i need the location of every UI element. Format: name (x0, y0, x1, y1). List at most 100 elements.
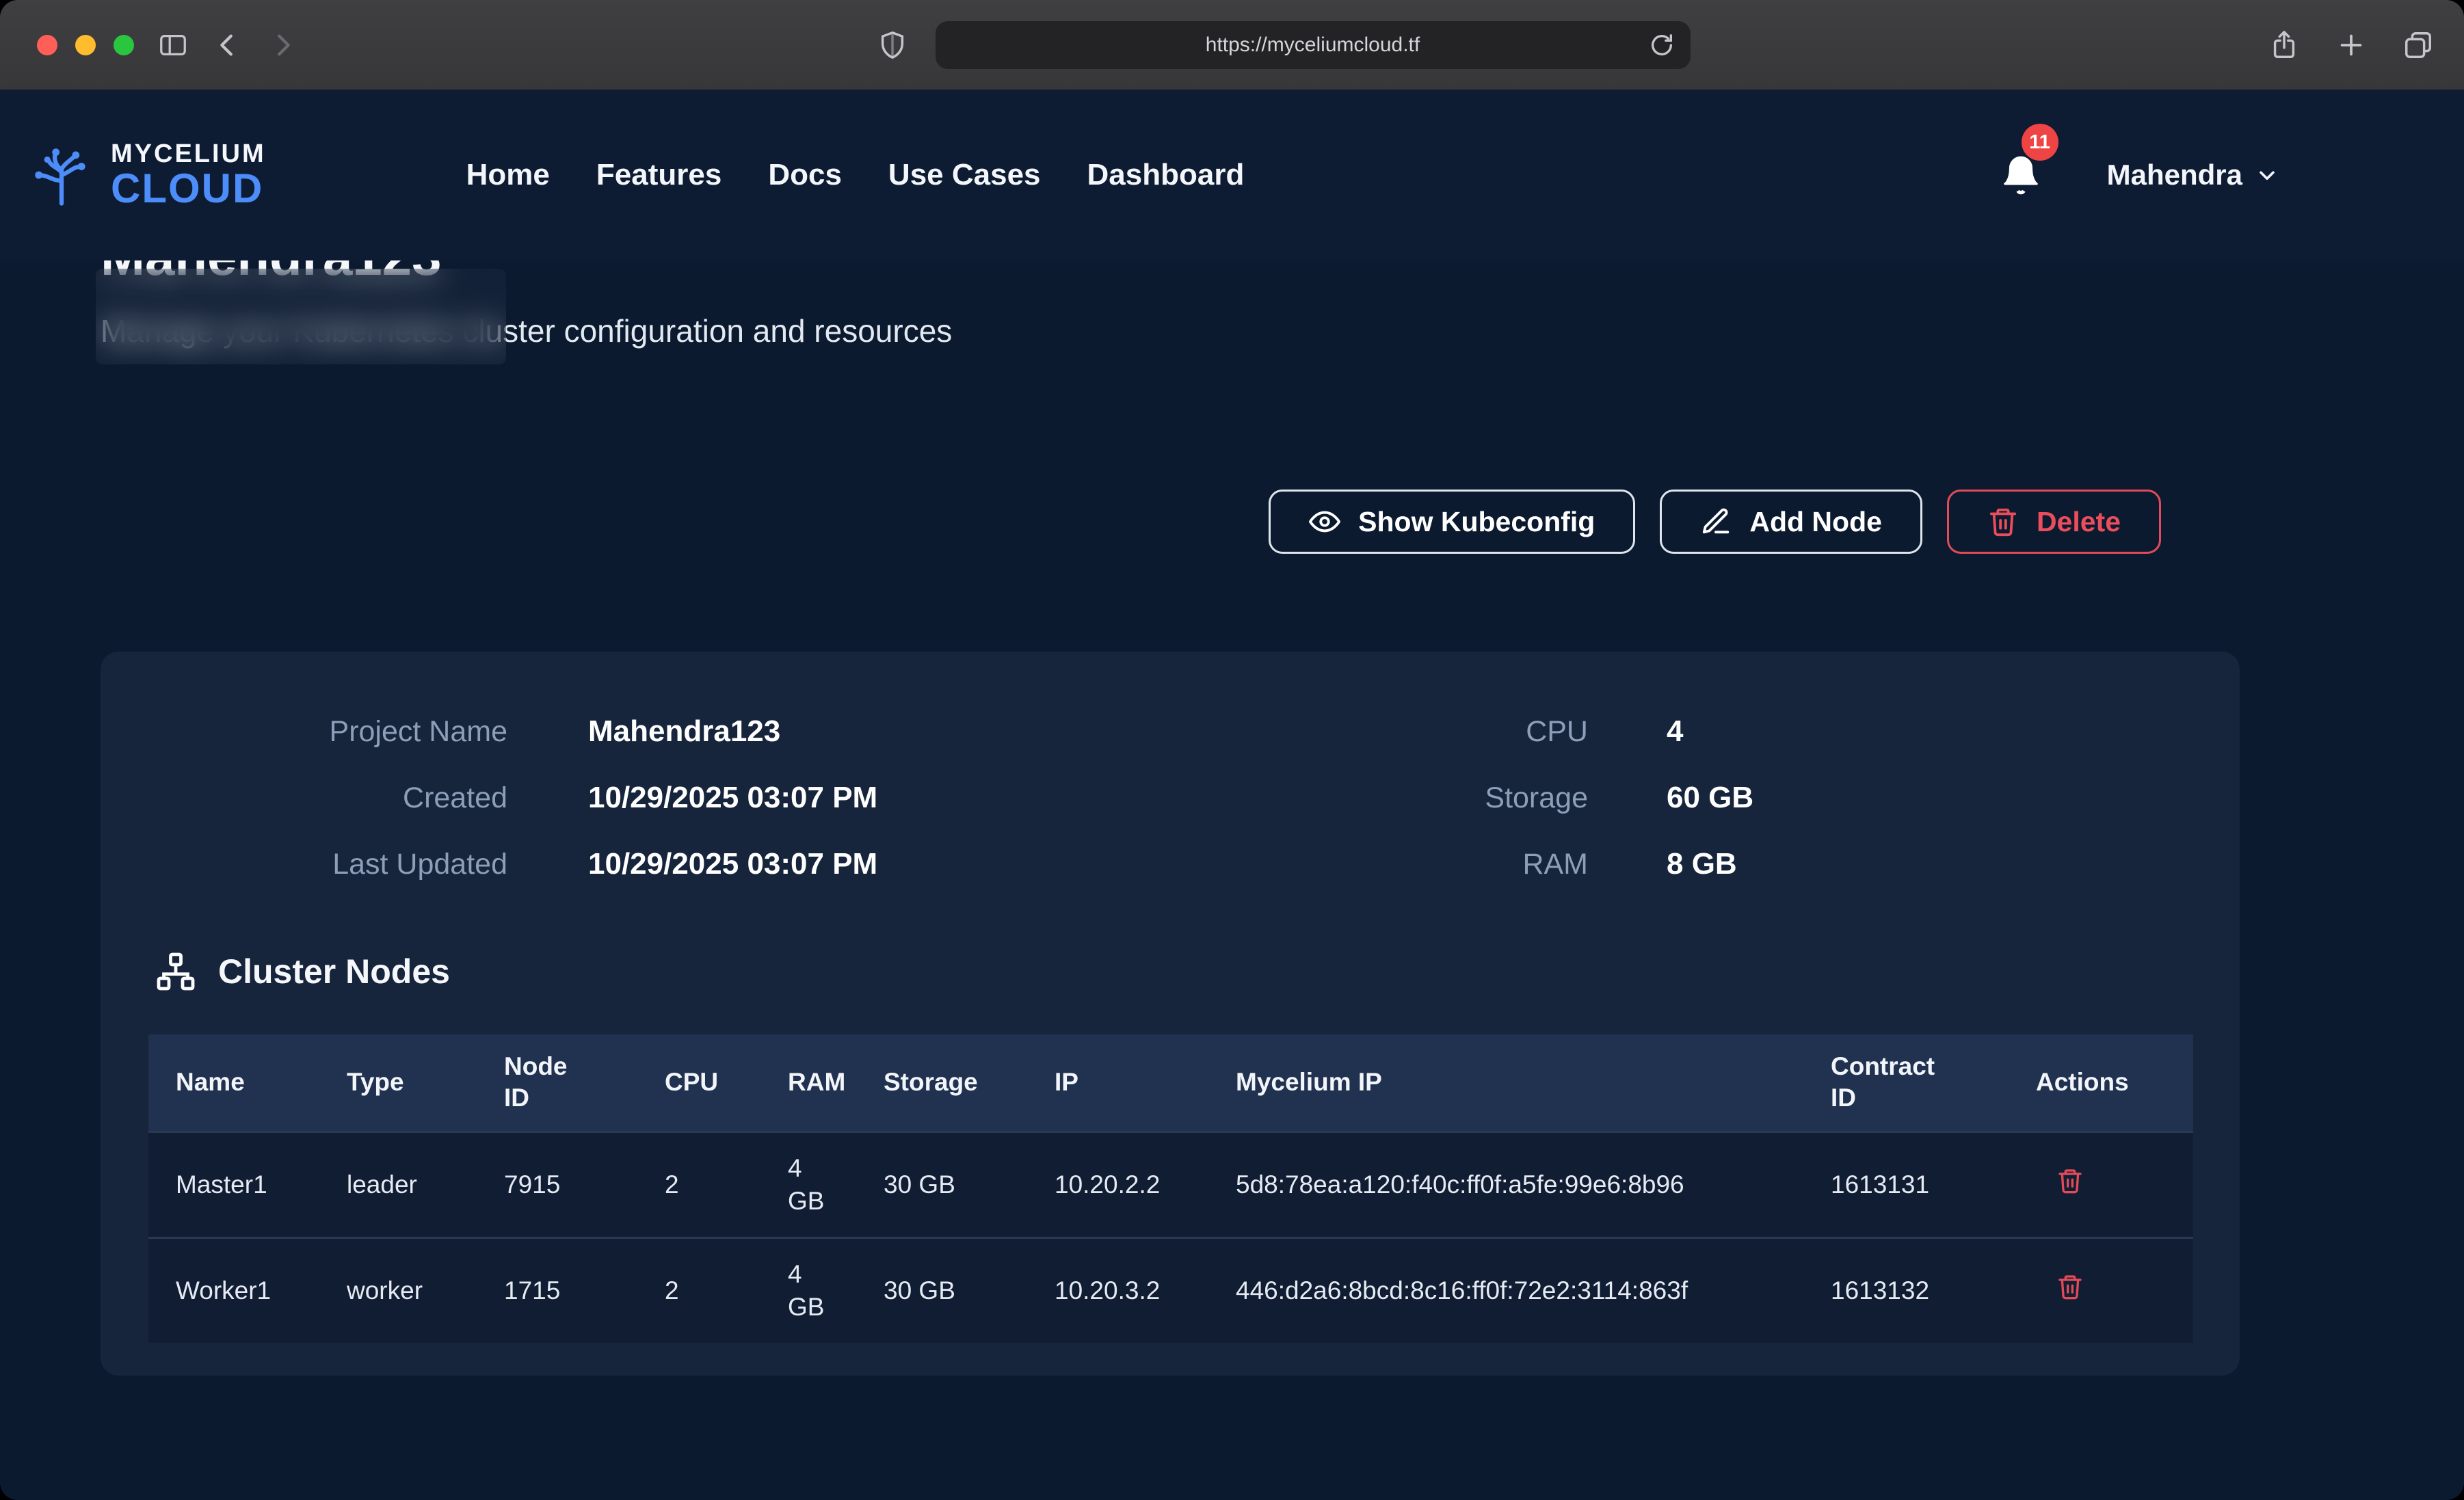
show-kubeconfig-button[interactable]: Show Kubeconfig (1269, 490, 1635, 554)
cell-name: Master1 (148, 1131, 319, 1237)
nav-item-dashboard[interactable]: Dashboard (1083, 151, 1249, 198)
nav-item-features[interactable]: Features (592, 151, 726, 198)
mycelium-tree-icon (27, 141, 96, 209)
cell-ip: 10.20.3.2 (1027, 1237, 1208, 1343)
cell-ram: 4 GB (760, 1131, 856, 1237)
cluster-nodes-header: Cluster Nodes (148, 951, 2192, 992)
privacy-shield-icon[interactable] (877, 29, 908, 61)
show-kubeconfig-label: Show Kubeconfig (1358, 506, 1595, 538)
cluster-details-card: Project Name Mahendra123 Created 10/29/2… (101, 652, 2240, 1376)
nav-item-use-cases[interactable]: Use Cases (884, 151, 1045, 198)
trash-icon (1987, 506, 2019, 537)
cell-node-id: 7915 (477, 1131, 637, 1237)
cell-type: worker (319, 1237, 477, 1343)
delete-cluster-button[interactable]: Delete (1947, 490, 2161, 554)
address-bar-url: https://myceliumcloud.tf (1206, 34, 1420, 57)
cluster-summary: Project Name Mahendra123 Created 10/29/2… (148, 714, 2192, 881)
table-row: Master1 leader 7915 2 4 GB 30 GB 10.20.2… (148, 1131, 2193, 1237)
sidebar-toggle-icon[interactable] (157, 29, 189, 61)
cell-contract-id: 1613132 (1803, 1237, 2009, 1343)
cell-actions (2009, 1131, 2193, 1237)
browser-chrome: https://myceliumcloud.tf (0, 0, 2464, 90)
col-cpu: CPU (637, 1034, 760, 1131)
page-subtitle: Manage your Kubernetes cluster configura… (101, 312, 2464, 349)
zoom-window-button[interactable] (114, 35, 134, 55)
summary-right: CPU 4 Storage 60 GB RAM 8 GB (1232, 714, 2192, 881)
address-bar[interactable]: https://myceliumcloud.tf (936, 21, 1691, 69)
brand-line1: MYCELIUM (111, 141, 266, 168)
col-name: Name (148, 1034, 319, 1131)
cluster-nodes-table: Name Type Node ID CPU RAM Storage IP Myc… (148, 1034, 2193, 1343)
share-icon[interactable] (2268, 29, 2300, 61)
detail-label: CPU (1232, 715, 1588, 749)
detail-label: Created (165, 781, 507, 815)
close-window-button[interactable] (37, 35, 57, 55)
delete-node-button[interactable] (2056, 1271, 2084, 1302)
delete-node-button[interactable] (2056, 1165, 2084, 1196)
cell-contract-id: 1613131 (1803, 1131, 2009, 1237)
nav-item-home[interactable]: Home (462, 151, 554, 198)
nav-right: 11 Mahendra (2000, 152, 2279, 198)
page-content: Mahendra123 Manage your Kubernetes clust… (0, 226, 2464, 1376)
back-button-icon[interactable] (212, 29, 243, 61)
detail-label: Last Updated (165, 848, 507, 881)
add-node-button[interactable]: Add Node (1660, 490, 1922, 554)
brand-line2: CLOUD (111, 168, 266, 209)
table-row: Worker1 worker 1715 2 4 GB 30 GB 10.20.3… (148, 1237, 2193, 1343)
detail-value: 10/29/2025 03:07 PM (588, 781, 1232, 815)
nav-links: Home Features Docs Use Cases Dashboard (462, 158, 1249, 192)
detail-value: Mahendra123 (588, 714, 1232, 749)
brand-logo[interactable]: MYCELIUM CLOUD (27, 141, 266, 209)
user-name: Mahendra (2107, 159, 2242, 191)
new-tab-icon[interactable] (2335, 29, 2367, 61)
eye-icon (1309, 506, 1340, 537)
table-header-row: Name Type Node ID CPU RAM Storage IP Myc… (148, 1034, 2193, 1131)
chrome-right (2268, 29, 2434, 61)
minimize-window-button[interactable] (75, 35, 96, 55)
detail-value: 8 GB (1667, 847, 2192, 881)
cell-mycelium-ip: 5d8:78ea:a120:f40c:ff0f:a5fe:99e6:8b96 (1208, 1131, 1803, 1237)
cell-ram: 4 GB (760, 1237, 856, 1343)
forward-button-icon[interactable] (267, 29, 298, 61)
notifications-button[interactable]: 11 (2000, 152, 2042, 198)
add-node-label: Add Node (1749, 506, 1882, 538)
col-contract-id: Contract ID (1803, 1034, 2009, 1131)
reload-icon[interactable] (1648, 31, 1675, 59)
detail-value: 10/29/2025 03:07 PM (588, 847, 1232, 881)
tab-overview-icon[interactable] (2402, 29, 2434, 61)
detail-label: Project Name (165, 715, 507, 749)
col-ip: IP (1027, 1034, 1208, 1131)
site-viewport: Mahendra123 Manage your Kubernetes clust… (0, 90, 2464, 1500)
detail-value: 4 (1667, 714, 2192, 749)
cell-cpu: 2 (637, 1131, 760, 1237)
browser-window: https://myceliumcloud.tf Mahendra123 Man… (0, 0, 2464, 1500)
cell-storage: 30 GB (856, 1131, 1027, 1237)
delete-label: Delete (2037, 506, 2121, 538)
site-navbar: MYCELIUM CLOUD Home Features Docs Use Ca… (0, 90, 2464, 260)
col-storage: Storage (856, 1034, 1027, 1131)
col-ram: RAM (760, 1034, 856, 1131)
col-actions: Actions (2009, 1034, 2193, 1131)
cell-cpu: 2 (637, 1237, 760, 1343)
traffic-lights (37, 35, 134, 55)
cluster-actions: Show Kubeconfig Add Node Delete (0, 490, 2161, 554)
detail-label: RAM (1232, 848, 1588, 881)
sitemap-icon (155, 951, 196, 992)
notification-badge: 11 (2022, 124, 2058, 161)
pencil-icon (1700, 506, 1732, 537)
trash-icon (2056, 1271, 2084, 1302)
cell-node-id: 1715 (477, 1237, 637, 1343)
nav-item-docs[interactable]: Docs (764, 151, 846, 198)
col-mycelium-ip: Mycelium IP (1208, 1034, 1803, 1131)
cell-name: Worker1 (148, 1237, 319, 1343)
user-menu[interactable]: Mahendra (2107, 159, 2279, 191)
cell-storage: 30 GB (856, 1237, 1027, 1343)
chevron-down-icon (2255, 163, 2279, 187)
cell-mycelium-ip: 446:d2a6:8bcd:8c16:ff0f:72e2:3114:863f (1208, 1237, 1803, 1343)
chrome-center: https://myceliumcloud.tf (321, 21, 2245, 69)
summary-left: Project Name Mahendra123 Created 10/29/2… (165, 714, 1232, 881)
trash-icon (2056, 1165, 2084, 1196)
col-type: Type (319, 1034, 477, 1131)
cell-ip: 10.20.2.2 (1027, 1131, 1208, 1237)
cell-type: leader (319, 1131, 477, 1237)
